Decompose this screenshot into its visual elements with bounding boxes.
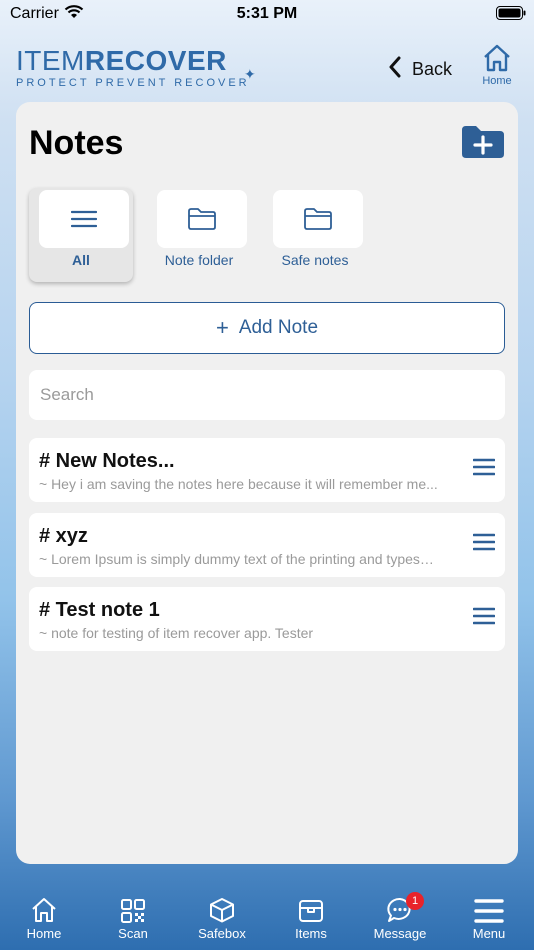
tab-safebox[interactable]: Safebox: [182, 894, 262, 941]
menu-icon: [71, 210, 97, 228]
chat-icon: [360, 894, 440, 924]
plus-icon: +: [215, 315, 229, 340]
status-time: 5:31 PM: [236, 5, 298, 22]
search-input[interactable]: [29, 370, 505, 420]
app-logo: ITEMRECOVER PROTECT PREVENT RECOVER ✦: [16, 46, 256, 92]
bottom-tab-bar: Home Scan Safebox Items 1 Message Menu: [0, 880, 534, 950]
package-icon: [271, 894, 351, 924]
home-icon: [4, 894, 84, 924]
logo-recover: RECOVER: [84, 45, 227, 76]
logo-item: ITEM: [16, 45, 85, 76]
folder-plus-icon: [462, 126, 504, 158]
add-note-label: Add Note: [238, 317, 319, 338]
logo-tagline: PROTECT PREVENT RECOVER: [16, 77, 250, 89]
tab-scan-label: Scan: [118, 926, 148, 941]
hamburger-icon: [472, 458, 496, 476]
tab-message-label: Message: [373, 926, 427, 941]
message-badge: 1: [406, 892, 424, 910]
note-preview: ~ note for testing of item recover app. …: [39, 625, 314, 641]
category-all[interactable]: All: [29, 188, 133, 282]
page-title: Notes: [29, 124, 124, 162]
category-safe-notes[interactable]: Safe notes: [263, 188, 367, 282]
tab-message[interactable]: 1 Message: [360, 892, 440, 941]
folder-icon: [304, 208, 332, 230]
tab-home-label: Home: [26, 926, 62, 941]
category-all-tile: [39, 190, 129, 248]
category-safe-notes-label: Safe notes: [281, 252, 349, 268]
category-note-folder-tile: [157, 190, 247, 248]
tab-menu[interactable]: Menu: [449, 894, 529, 941]
category-safe-notes-tile: [273, 190, 363, 248]
tab-menu-label: Menu: [472, 926, 506, 941]
status-bar: Carrier 5:31 PM: [0, 0, 534, 28]
chevron-left-icon: [388, 56, 402, 83]
sparkle-icon: ✦: [244, 66, 256, 82]
tab-scan[interactable]: Scan: [93, 894, 173, 941]
notes-card: Notes All Note folder Safe notes + Add N…: [16, 102, 518, 864]
note-options-button[interactable]: [472, 533, 496, 551]
home-icon: [482, 44, 512, 76]
tab-items[interactable]: Items: [271, 894, 351, 941]
category-all-label: All: [72, 252, 90, 268]
add-note-button[interactable]: + Add Note: [29, 302, 505, 354]
note-item[interactable]: # Test note 1 ~ note for testing of item…: [29, 587, 505, 651]
note-title: # Test note 1: [39, 599, 160, 621]
back-label: Back: [412, 58, 453, 79]
header-home-button[interactable]: Home: [478, 44, 516, 87]
hamburger-icon: [472, 607, 496, 625]
note-preview: ~ Hey i am saving the notes here because…: [39, 476, 438, 492]
battery-icon: [496, 6, 526, 25]
category-note-folder[interactable]: Note folder: [147, 188, 251, 282]
note-item[interactable]: # New Notes... ~ Hey i am saving the not…: [29, 438, 505, 502]
back-button[interactable]: Back: [388, 56, 452, 82]
menu-icon: [449, 894, 529, 924]
note-title: # xyz: [39, 525, 88, 547]
note-item[interactable]: # xyz ~ Lorem Ipsum is simply dummy text…: [29, 513, 505, 577]
note-preview: ~ Lorem Ipsum is simply dummy text of th…: [39, 551, 439, 567]
note-title: # New Notes...: [39, 450, 175, 472]
logo-title: ITEMRECOVER: [16, 46, 256, 76]
hamburger-icon: [472, 533, 496, 551]
note-options-button[interactable]: [472, 607, 496, 625]
header-home-label: Home: [482, 75, 512, 87]
add-folder-button[interactable]: [460, 124, 506, 160]
tab-items-label: Items: [295, 926, 327, 941]
tab-safebox-label: Safebox: [198, 926, 246, 941]
qr-code-icon: [93, 894, 173, 924]
folder-icon: [188, 208, 216, 230]
tab-home[interactable]: Home: [4, 894, 84, 941]
note-options-button[interactable]: [472, 458, 496, 476]
category-note-folder-label: Note folder: [164, 252, 234, 268]
box-icon: [182, 894, 262, 924]
